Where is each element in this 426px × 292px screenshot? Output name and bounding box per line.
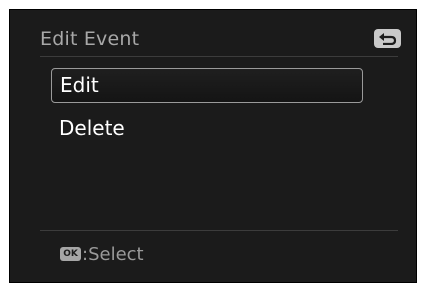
menu-item-label: Delete [59,116,125,140]
header-divider [40,56,398,57]
select-hint-label: :Select [82,243,144,265]
back-return-icon [379,33,397,45]
select-hint: OK :Select [60,242,144,266]
camera-menu-screen: Edit Event Edit Delete OK :Select [9,9,417,283]
page-title: Edit Event [40,28,140,50]
menu-item-label: Edit [60,73,99,97]
footer-divider [40,230,398,231]
back-button[interactable] [374,29,401,48]
menu-item-delete[interactable]: Delete [51,112,363,147]
menu-item-edit[interactable]: Edit [51,68,363,103]
ok-button-icon: OK [60,247,81,261]
